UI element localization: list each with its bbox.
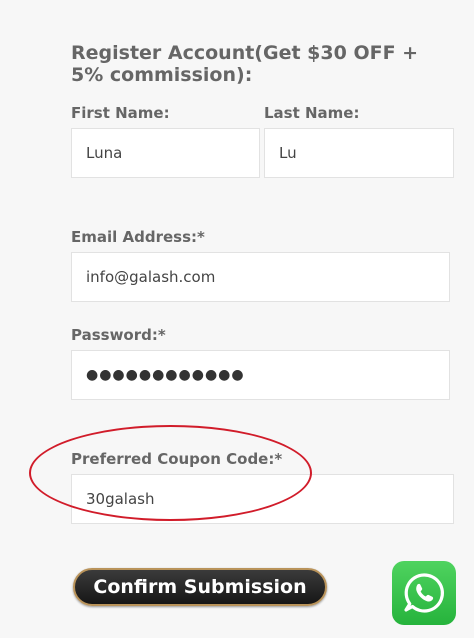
coupon-label: Preferred Coupon Code:* [71, 450, 283, 468]
password-label: Password:* [71, 326, 166, 344]
first-name-label: First Name: [71, 104, 170, 122]
password-field[interactable]: ●●●●●●●●●●●● [71, 350, 450, 400]
last-name-label: Last Name: [264, 104, 360, 122]
register-title: Register Account(Get $30 OFF + 5% commis… [71, 42, 419, 86]
whatsapp-icon [404, 573, 444, 613]
email-field[interactable]: info@galash.com [71, 252, 450, 302]
first-name-field[interactable]: Luna [71, 128, 260, 178]
email-label: Email Address:* [71, 228, 205, 246]
whatsapp-button[interactable] [392, 561, 456, 625]
last-name-field[interactable]: Lu [264, 128, 454, 178]
coupon-field[interactable]: 30galash [71, 474, 454, 524]
confirm-submission-button[interactable]: Confirm Submission [73, 568, 327, 606]
